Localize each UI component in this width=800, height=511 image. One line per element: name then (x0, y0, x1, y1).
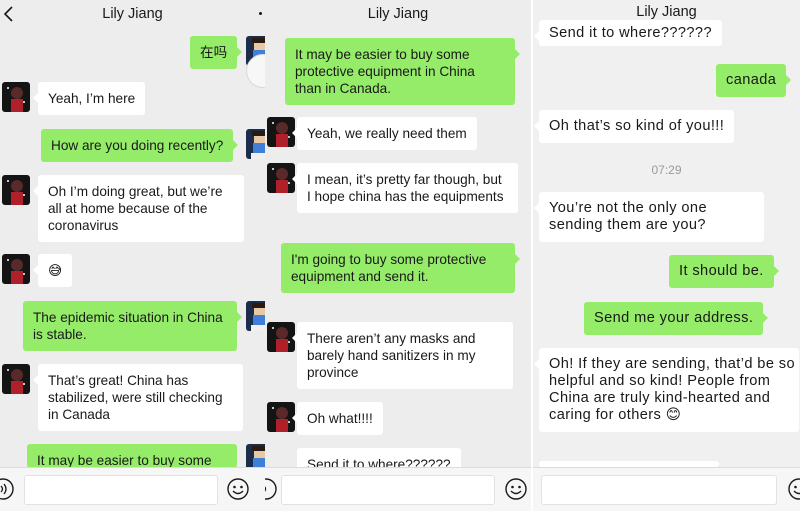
message-bubble[interactable]: It may be easier to buy some (27, 444, 237, 468)
emoji-icon[interactable] (227, 478, 249, 500)
voice-icon[interactable] (0, 478, 14, 500)
chat-panel-2: Lily Jiang It may be easier to buy some … (265, 0, 531, 511)
chat-panel-1: Lily Jiang 在吗 Yeah, I’m here How are you… (0, 0, 265, 511)
message-bubble[interactable]: Oh what!!!! (292, 402, 383, 435)
more-dot-icon[interactable] (259, 12, 262, 15)
chat-panel-3: Lily Jiang Send it to where?????? canada… (533, 0, 800, 511)
timestamp: 07:29 (651, 163, 682, 177)
contact-avatar[interactable] (2, 175, 30, 205)
message-bubble[interactable]: Oh I’m doing great, but we’re all at hom… (33, 175, 244, 242)
chevron-left-icon[interactable] (2, 3, 16, 25)
message-bubble[interactable]: Oh! If they are sending, that’d be so he… (534, 348, 799, 432)
message-bubble[interactable]: Send it to where?????? (534, 20, 722, 46)
contact-avatar[interactable] (267, 402, 295, 432)
message-bubble[interactable]: That’s great! China has stabilized, were… (33, 364, 243, 431)
contact-avatar[interactable] (267, 117, 295, 147)
voice-icon[interactable] (265, 478, 277, 500)
contact-name: Lily Jiang (102, 6, 163, 22)
contact-avatar[interactable] (267, 163, 295, 193)
emoji-icon[interactable] (788, 478, 800, 500)
message-bubble[interactable]: 😅 (32, 254, 73, 287)
message-bubble[interactable]: 在吗 (190, 36, 243, 69)
message-bubble[interactable]: It should be. (669, 255, 779, 288)
my-avatar[interactable] (246, 301, 265, 331)
message-bubble[interactable]: I mean, it’s pretty far though, but I ho… (292, 163, 518, 213)
message-bubble[interactable]: There aren’t any masks and barely hand s… (292, 322, 513, 389)
message-bubble[interactable]: It may be easier to buy some protective … (285, 38, 520, 105)
input-bar (533, 467, 800, 511)
input-bar (0, 467, 265, 511)
message-bubble[interactable]: Oh that’s so kind of you!!! (533, 110, 735, 143)
input-bar (265, 467, 531, 511)
message-bubble[interactable]: You’re not the only one sending them are… (534, 192, 764, 242)
contact-name: Lily Jiang (367, 6, 429, 22)
message-bubble[interactable]: Yeah, I’m here (32, 82, 146, 115)
message-bubble[interactable]: The epidemic situation in China is stabl… (23, 301, 242, 351)
message-input[interactable] (281, 475, 495, 505)
message-bubble[interactable]: How are you doing recently? (41, 129, 239, 162)
contact-avatar[interactable] (267, 322, 295, 352)
contact-avatar[interactable] (2, 364, 30, 394)
contact-avatar[interactable] (2, 254, 30, 284)
message-bubble[interactable]: I'm going to buy some protective equipme… (281, 243, 520, 293)
message-input[interactable] (541, 475, 777, 505)
emoji-icon[interactable] (505, 478, 527, 500)
message-bubble[interactable]: Send me your address. (584, 302, 769, 335)
contact-avatar[interactable] (2, 82, 30, 112)
my-avatar[interactable] (246, 129, 265, 159)
message-bubble[interactable]: Yeah, we really need them (292, 117, 477, 150)
chat-header: Lily Jiang (0, 0, 265, 28)
message-bubble[interactable]: canada (716, 64, 792, 97)
message-input[interactable] (24, 475, 218, 505)
chat-header: Lily Jiang (265, 0, 531, 28)
